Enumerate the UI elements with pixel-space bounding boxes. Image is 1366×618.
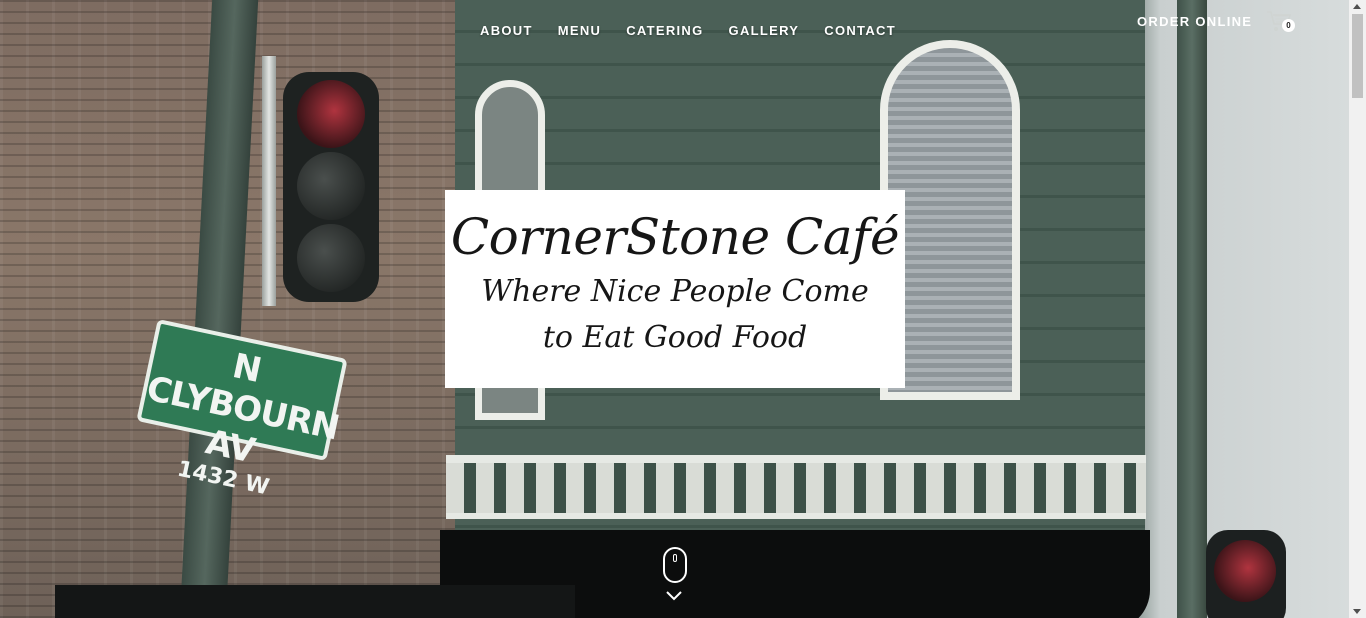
logo-card: CornerStone Café Where Nice People Come …: [445, 190, 905, 388]
green-lamp: [297, 224, 365, 292]
nav-contact[interactable]: CONTACT: [824, 23, 896, 38]
traffic-light-right: [1206, 530, 1286, 618]
scroll-up-arrow-icon[interactable]: [1353, 4, 1361, 9]
nav-menu[interactable]: MENU: [558, 23, 601, 38]
awning: [55, 585, 575, 618]
nav-about[interactable]: ABOUT: [480, 23, 533, 38]
main-nav: ABOUT MENU CATERING GALLERY CONTACT: [480, 23, 921, 38]
nav-gallery[interactable]: GALLERY: [729, 23, 800, 38]
nav-catering[interactable]: CATERING: [626, 23, 703, 38]
mouse-wheel: [673, 554, 677, 562]
page-scrollbar[interactable]: [1349, 0, 1366, 618]
traffic-light: [283, 72, 379, 302]
red-lamp: [1214, 540, 1276, 602]
mouse-scroll-icon[interactable]: [663, 547, 687, 583]
turret-ornament-band: [446, 455, 1146, 519]
chevron-down-icon[interactable]: [666, 588, 682, 606]
site-title: CornerStone Café: [450, 208, 900, 266]
scroll-down-arrow-icon[interactable]: [1353, 609, 1361, 614]
order-online-link[interactable]: ORDER ONLINE: [1137, 14, 1252, 29]
cart-count-badge: 0: [1282, 19, 1295, 32]
yellow-lamp: [297, 152, 365, 220]
signal-pole-bracket: [262, 56, 276, 306]
red-lamp: [297, 80, 365, 148]
scrollbar-thumb[interactable]: [1352, 14, 1363, 98]
right-pole: [1177, 0, 1207, 618]
tagline-line-2: to Eat Good Food: [542, 320, 808, 355]
tagline-line-1: Where Nice People Come: [481, 274, 869, 309]
